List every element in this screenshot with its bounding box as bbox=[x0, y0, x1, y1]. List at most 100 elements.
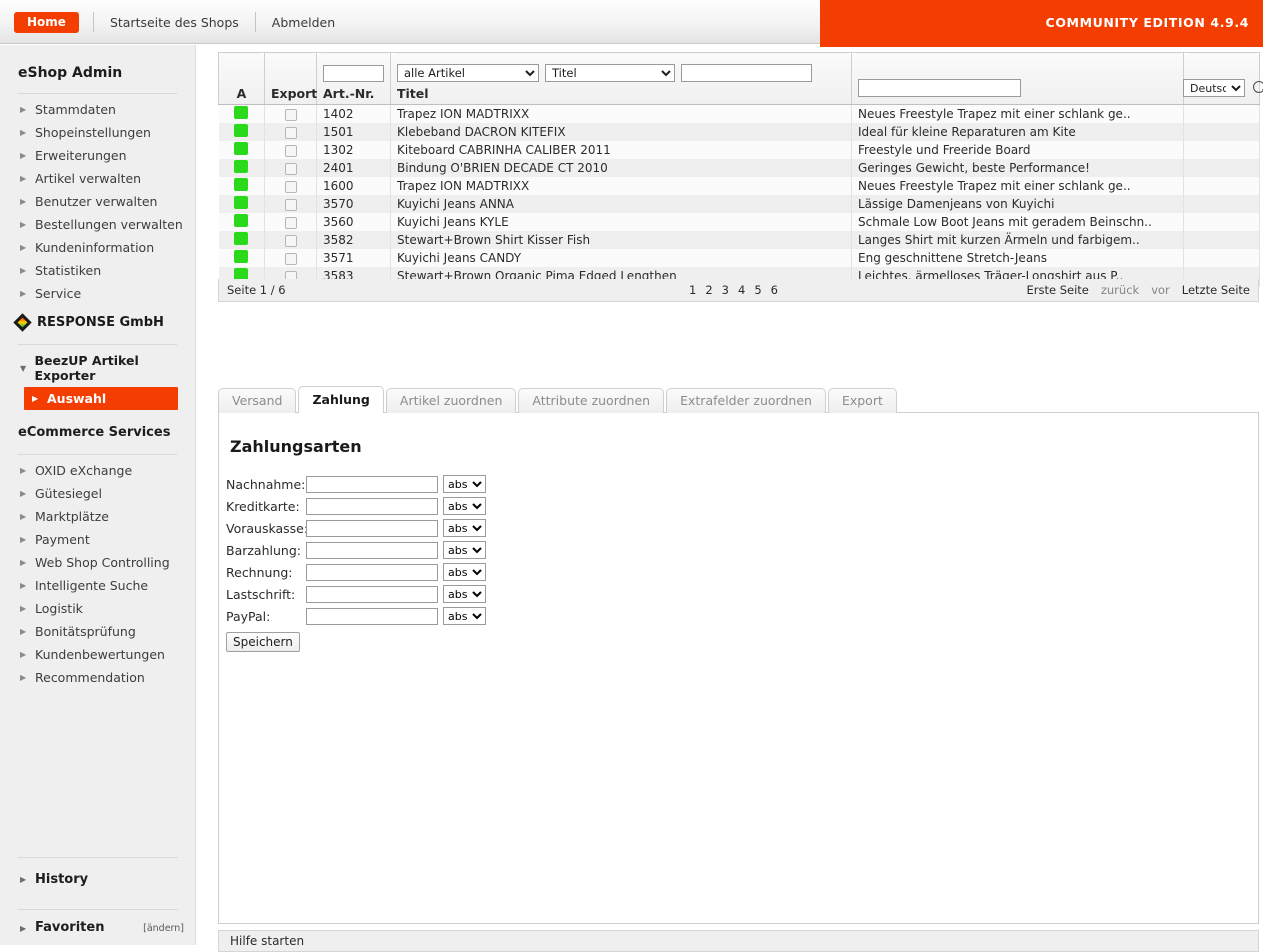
export-checkbox[interactable] bbox=[284, 126, 297, 139]
shop-home-link[interactable]: Startseite des Shops bbox=[108, 12, 241, 33]
sidebar-item-statistiken[interactable]: ▶ Statistiken bbox=[0, 259, 195, 282]
cell-description: Ideal für kleine Reparaturen am Kite bbox=[851, 123, 1184, 141]
payment-value-input[interactable] bbox=[306, 497, 438, 515]
sidebar-item-benutzer-verwalten[interactable]: ▶ Benutzer verwalten bbox=[0, 190, 195, 213]
payment-value-input[interactable] bbox=[306, 607, 438, 625]
cell-artnr: 1600 bbox=[316, 177, 391, 195]
artnr-filter-input[interactable] bbox=[323, 65, 384, 82]
page-number-link[interactable]: 3 bbox=[722, 283, 729, 297]
prev-page-link[interactable]: zurück bbox=[1101, 283, 1139, 297]
sidebar-item-history[interactable]: ▶ History bbox=[0, 862, 195, 897]
sidebar-item-logistik[interactable]: ▶ Logistik bbox=[0, 597, 195, 620]
table-row[interactable]: 1501 Klebeband DACRON KITEFIX Ideal für kl… bbox=[218, 123, 1260, 141]
sidebar-item-erweiterungen[interactable]: ▶ Erweiterungen bbox=[0, 144, 195, 167]
table-row[interactable]: 1402 Trapez ION MADTRIXX Neues Freestyle T… bbox=[218, 104, 1260, 123]
payment-unit-select[interactable]: abs bbox=[443, 519, 486, 537]
column-header-title[interactable]: alle Artikel Titel Titel bbox=[390, 52, 852, 105]
tab-export[interactable]: Export bbox=[827, 388, 897, 413]
sidebar-item-stammdaten[interactable]: ▶ Stammdaten bbox=[0, 98, 195, 121]
table-row[interactable]: 1600 Trapez ION MADTRIXX Neues Freestyle T… bbox=[218, 177, 1260, 195]
payment-unit-select[interactable]: abs bbox=[443, 541, 486, 559]
table-row[interactable]: 3570 Kuyichi Jeans ANNA Lässige Damenjeans… bbox=[218, 195, 1260, 213]
column-header-export[interactable]: Export bbox=[264, 52, 317, 105]
export-checkbox[interactable] bbox=[284, 108, 297, 121]
sidebar-item-label: Shopeinstellungen bbox=[35, 125, 151, 140]
page-number-link[interactable]: 6 bbox=[771, 283, 778, 297]
page-number-link[interactable]: 1 bbox=[689, 283, 696, 297]
description-filter-input[interactable] bbox=[858, 79, 1021, 97]
table-row[interactable]: 3560 Kuyichi Jeans KYLE Schmale Low Boot J… bbox=[218, 213, 1260, 231]
help-bar[interactable]: Hilfe starten bbox=[218, 930, 1259, 952]
sidebar-item-favorites[interactable]: ▶ Favoriten [ändern] bbox=[0, 914, 195, 945]
last-page-link[interactable]: Letzte Seite bbox=[1182, 283, 1250, 297]
page-number-link[interactable]: 4 bbox=[738, 283, 745, 297]
title-field-select[interactable]: Titel bbox=[545, 64, 675, 82]
column-header-description[interactable] bbox=[851, 52, 1184, 105]
payment-value-input[interactable] bbox=[306, 475, 438, 493]
payment-unit-select[interactable]: abs bbox=[443, 475, 486, 493]
table-row[interactable]: 2401 Bindung O'BRIEN DECADE CT 2010 Gering… bbox=[218, 159, 1260, 177]
column-header-artnr[interactable]: Art.-Nr. bbox=[316, 52, 391, 105]
sidebar-item-service[interactable]: ▶ Service bbox=[0, 282, 195, 305]
sidebar-item-g-tesiegel[interactable]: ▶ Gütesiegel bbox=[0, 482, 195, 505]
export-checkbox[interactable] bbox=[284, 144, 297, 157]
page-number-link[interactable]: 2 bbox=[705, 283, 712, 297]
table-row[interactable]: 3582 Stewart+Brown Shirt Kisser Fish Lange… bbox=[218, 231, 1260, 249]
column-header-active[interactable]: A bbox=[218, 52, 265, 105]
sidebar-item-recommendation[interactable]: ▶ Recommendation bbox=[0, 666, 195, 689]
cell-artnr: 3582 bbox=[316, 231, 391, 249]
sidebar-group-beezup[interactable]: ▼ BeezUP Artikel Exporter bbox=[0, 349, 195, 386]
sidebar-item-marktpl-tze[interactable]: ▶ Marktplätze bbox=[0, 505, 195, 528]
export-checkbox[interactable] bbox=[284, 180, 297, 193]
sidebar-item-kundeninformation[interactable]: ▶ Kundeninformation bbox=[0, 236, 195, 259]
sidebar-item-artikel-verwalten[interactable]: ▶ Artikel verwalten bbox=[0, 167, 195, 190]
sidebar-item-payment[interactable]: ▶ Payment bbox=[0, 528, 195, 551]
logout-link[interactable]: Abmelden bbox=[270, 12, 337, 33]
save-button[interactable]: Speichern bbox=[226, 632, 300, 652]
sidebar-item-auswahl[interactable]: ▶ Auswahl bbox=[24, 387, 178, 410]
export-checkbox[interactable] bbox=[284, 234, 297, 247]
payment-value-input[interactable] bbox=[306, 541, 438, 559]
active-status-icon bbox=[234, 214, 249, 227]
sidebar-item-intelligente-suche[interactable]: ▶ Intelligente Suche bbox=[0, 574, 195, 597]
column-header-artnr-label: Art.-Nr. bbox=[323, 86, 375, 101]
favorites-edit-link[interactable]: [ändern] bbox=[143, 923, 184, 934]
payment-value-input[interactable] bbox=[306, 563, 438, 581]
cell-description: Langes Shirt mit kurzen Ärmeln und farbi… bbox=[851, 231, 1184, 249]
payment-unit-select[interactable]: abs bbox=[443, 563, 486, 581]
sidebar-item-label: Recommendation bbox=[35, 670, 145, 685]
article-scope-select[interactable]: alle Artikel bbox=[397, 64, 539, 82]
table-row[interactable]: 1302 Kiteboard CABRINHA CALIBER 2011 Frees… bbox=[218, 141, 1260, 159]
cell-spacer bbox=[1183, 141, 1260, 159]
payment-value-input[interactable] bbox=[306, 585, 438, 603]
sidebar-item-shopeinstellungen[interactable]: ▶ Shopeinstellungen bbox=[0, 121, 195, 144]
title-filter-input[interactable] bbox=[681, 64, 812, 82]
tab-versand[interactable]: Versand bbox=[218, 388, 297, 413]
tab-attribute-zuordnen[interactable]: Attribute zuordnen bbox=[518, 388, 665, 413]
sidebar-item-web-shop-controlling[interactable]: ▶ Web Shop Controlling bbox=[0, 551, 195, 574]
export-checkbox[interactable] bbox=[284, 216, 297, 229]
tab-extrafelder-zuordnen[interactable]: Extrafelder zuordnen bbox=[666, 388, 826, 413]
tab-zahlung[interactable]: Zahlung bbox=[298, 386, 384, 413]
export-checkbox[interactable] bbox=[284, 252, 297, 265]
home-button[interactable]: Home bbox=[14, 11, 79, 33]
export-checkbox[interactable] bbox=[284, 162, 297, 175]
sidebar: eShop Admin ▶ Stammdaten ▶ Shopeinstellunge… bbox=[0, 45, 196, 945]
tab-artikel-zuordnen[interactable]: Artikel zuordnen bbox=[385, 388, 517, 413]
sidebar-item-kundenbewertungen[interactable]: ▶ Kundenbewertungen bbox=[0, 643, 195, 666]
sidebar-item-bestellungen-verwalten[interactable]: ▶ Bestellungen verwalten bbox=[0, 213, 195, 236]
table-row[interactable]: 3571 Kuyichi Jeans CANDY Eng geschnittene … bbox=[218, 249, 1260, 267]
payment-unit-select[interactable]: abs bbox=[443, 497, 486, 515]
payment-unit-select[interactable]: abs bbox=[443, 585, 486, 603]
payment-value-input[interactable] bbox=[306, 519, 438, 537]
language-select[interactable]: Deutsch bbox=[1183, 79, 1245, 97]
cell-active bbox=[218, 213, 265, 231]
page-number-link[interactable]: 5 bbox=[754, 283, 761, 297]
payment-unit-select[interactable]: abs bbox=[443, 607, 486, 625]
sidebar-item-oxid-exchange[interactable]: ▶ OXID eXchange bbox=[0, 459, 195, 482]
chevron-right-icon: ▶ bbox=[32, 394, 39, 403]
next-page-link[interactable]: vor bbox=[1151, 283, 1170, 297]
export-checkbox[interactable] bbox=[284, 198, 297, 211]
sidebar-item-bonit-tspr-fung[interactable]: ▶ Bonitätsprüfung bbox=[0, 620, 195, 643]
first-page-link[interactable]: Erste Seite bbox=[1026, 283, 1088, 297]
